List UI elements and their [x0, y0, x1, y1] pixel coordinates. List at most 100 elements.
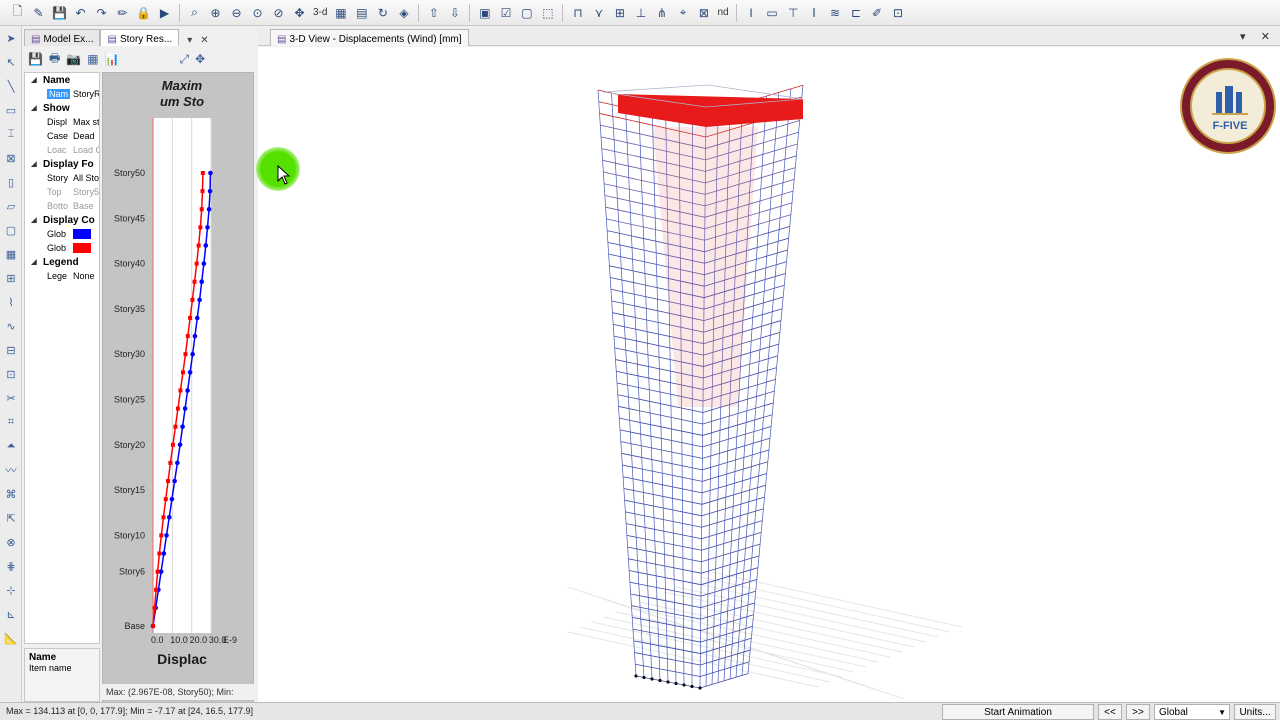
select-previous-icon[interactable]: ⇱ — [0, 506, 22, 530]
tab-3d-view[interactable]: ▤ 3-D View - Displacements (Wind) [mm] — [270, 29, 469, 46]
spring-icon[interactable]: 〰 — [0, 458, 22, 482]
zoom-out-icon[interactable]: ⊖ — [227, 3, 246, 22]
collapse-icon[interactable]: ◢ — [25, 104, 43, 112]
collapse-icon[interactable]: ◢ — [25, 216, 43, 224]
draw-beam-icon[interactable]: ⋔ — [652, 3, 671, 22]
draw-column-icon[interactable]: ⊥ — [631, 3, 650, 22]
elevation-view-icon[interactable]: ▤ — [352, 3, 371, 22]
draw-link-icon[interactable]: ⌇ — [0, 290, 22, 314]
design-icon[interactable]: ⊏ — [847, 3, 866, 22]
draw-opening-icon[interactable]: ▢ — [0, 218, 22, 242]
select-all-icon[interactable]: ⌘ — [0, 482, 22, 506]
select-icon[interactable]: ⌖ — [673, 3, 692, 22]
property-section-header[interactable]: ◢ Display Fo — [25, 157, 99, 171]
pointer-icon[interactable]: ➤ — [0, 26, 22, 50]
move-up-icon[interactable]: ⇧ — [424, 3, 443, 22]
print-icon[interactable]: 🖶 — [49, 49, 60, 70]
property-value[interactable]: StoryR — [71, 87, 99, 101]
collapse-icon[interactable]: ◢ — [25, 160, 43, 168]
section-icon[interactable]: I — [742, 3, 761, 22]
report-icon[interactable]: 📊 — [105, 52, 120, 66]
save-icon[interactable]: 💾 — [50, 3, 69, 22]
load-icon[interactable]: ▭ — [763, 3, 782, 22]
assign-icon[interactable]: ⊤ — [784, 3, 803, 22]
property-row[interactable]: Loac Load C — [25, 143, 99, 157]
draw-slab-icon[interactable]: ▱ — [0, 194, 22, 218]
redo-icon[interactable]: ↷ — [92, 3, 111, 22]
draw-line-icon[interactable]: ╲ — [0, 74, 22, 98]
snap-icon[interactable]: ⌗ — [0, 410, 22, 434]
draw-wall-icon[interactable]: ▯ — [0, 170, 22, 194]
draw-dimension-icon[interactable]: ⊟ — [0, 338, 22, 362]
expand-icon[interactable]: ⤢ — [180, 52, 190, 67]
table-icon[interactable]: ▦ — [87, 52, 98, 66]
zoom-previous-icon[interactable]: ⊘ — [269, 3, 288, 22]
save-icon[interactable]: 💾 — [28, 52, 43, 66]
draw-area-icon[interactable]: ▦ — [0, 242, 22, 266]
rotate-icon[interactable]: ↻ — [373, 3, 392, 22]
color-swatch[interactable] — [73, 228, 91, 239]
set-display-icon[interactable]: ▢ — [517, 3, 536, 22]
property-value[interactable]: None — [71, 269, 99, 283]
new-file-icon[interactable]: 🗋 — [8, 3, 27, 22]
pan-icon[interactable]: ✥ — [290, 3, 309, 22]
view-3d-button[interactable]: 3-d — [311, 3, 329, 22]
draw-reference-icon[interactable]: ⊡ — [0, 362, 22, 386]
property-row[interactable]: Case Dead — [25, 129, 99, 143]
close-icon[interactable]: ✕ — [200, 35, 208, 46]
tab-story-response[interactable]: ▤ Story Res... — [100, 29, 180, 46]
property-row[interactable]: Nam StoryR — [25, 87, 99, 101]
collapse-icon[interactable]: ◢ — [25, 76, 43, 84]
units-button[interactable]: Units... — [1234, 704, 1276, 720]
check-icon[interactable]: ☑ — [496, 3, 515, 22]
property-section-header[interactable]: ◢ Legend — [25, 255, 99, 269]
undo-icon[interactable]: ↶ — [71, 3, 90, 22]
color-swatch[interactable] — [73, 242, 91, 253]
draw-grid-icon[interactable]: ⊞ — [0, 266, 22, 290]
property-value[interactable]: All Sto — [71, 171, 99, 185]
camera-icon[interactable]: 📷 — [66, 52, 81, 66]
lock-icon[interactable]: 🔒 — [134, 3, 153, 22]
property-row[interactable]: Story All Sto — [25, 171, 99, 185]
clear-selection-icon[interactable]: ⊗ — [0, 530, 22, 554]
property-value[interactable] — [71, 241, 99, 255]
draw-tendon-icon[interactable]: ∿ — [0, 314, 22, 338]
zoom-in-icon[interactable]: ⊕ — [206, 3, 225, 22]
draw-frame-icon[interactable]: ⊓ — [568, 3, 587, 22]
pen-icon[interactable]: ✐ — [868, 3, 887, 22]
draw-brace-icon[interactable]: ⊠ — [0, 146, 22, 170]
table-icon[interactable]: ⊡ — [889, 3, 908, 22]
zoom-extents-icon[interactable]: ⊙ — [248, 3, 267, 22]
property-value[interactable]: Dead — [71, 129, 99, 143]
zoom-window-icon[interactable]: ⌕ — [185, 3, 204, 22]
draw-section-cut-icon[interactable]: ✂ — [0, 386, 22, 410]
start-animation-button[interactable]: Start Animation — [942, 704, 1094, 720]
property-value[interactable]: Load C — [71, 143, 99, 157]
draw-wall-icon[interactable]: ⊞ — [610, 3, 629, 22]
draw-column-icon[interactable]: ⌶ — [0, 122, 22, 146]
support-icon[interactable]: ⏶ — [0, 434, 22, 458]
measure-icon[interactable]: 📐 — [0, 626, 22, 650]
snap-to-grid-icon[interactable]: ⋕ — [0, 554, 22, 578]
tab-dropdown-icon[interactable]: ▾ — [187, 35, 192, 46]
property-section-header[interactable]: ◢ Show — [25, 101, 99, 115]
3d-view-canvas[interactable] — [258, 47, 1280, 702]
show-icon[interactable]: ≋ — [826, 3, 845, 22]
coordinate-system-select[interactable]: Global ▼ — [1154, 704, 1230, 720]
view-dropdown-icon[interactable]: ▾ — [1240, 31, 1246, 43]
pencil-icon[interactable]: ✏ — [113, 3, 132, 22]
deselect-icon[interactable]: ⊠ — [694, 3, 713, 22]
object-shrink-icon[interactable]: ▣ — [475, 3, 494, 22]
plan-view-icon[interactable]: ▦ — [331, 3, 350, 22]
move-down-icon[interactable]: ⇩ — [445, 3, 464, 22]
draw-brace-icon[interactable]: ⋎ — [589, 3, 608, 22]
run-analysis-icon[interactable]: ▶ — [155, 3, 174, 22]
property-value[interactable]: Base — [71, 199, 99, 213]
collapse-icon[interactable]: ◢ — [25, 258, 43, 266]
property-row[interactable]: Top Story5 — [25, 185, 99, 199]
property-row[interactable]: Displ Max st — [25, 115, 99, 129]
property-section-header[interactable]: ◢ Display Co — [25, 213, 99, 227]
property-section-header[interactable]: ◢ Name — [25, 73, 99, 87]
perspective-icon[interactable]: ◈ — [394, 3, 413, 22]
property-row[interactable]: Glob — [25, 227, 99, 241]
